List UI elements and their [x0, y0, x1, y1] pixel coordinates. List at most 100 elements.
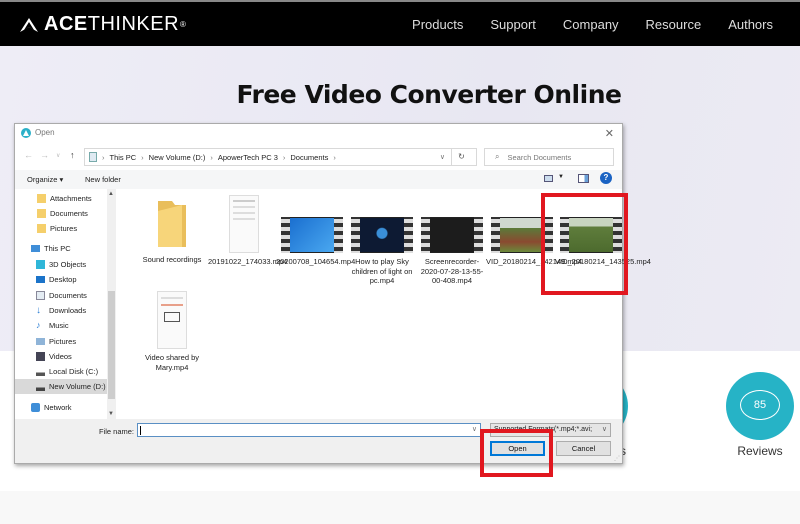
scrollbar-thumb[interactable] — [108, 291, 115, 399]
file-list: Sound recordings 20191022_174033.mp4 202… — [116, 189, 651, 419]
dialog-body: Attachments Documents Pictures This PC 3… — [15, 189, 651, 419]
new-folder-button[interactable]: New folder — [85, 175, 121, 184]
scroll-up-icon[interactable]: ▲ — [108, 191, 114, 197]
address-row: ← → ∨ ↑ › This PC › New Volume (D:) › Apow… — [15, 143, 622, 170]
folder-icon — [37, 194, 46, 203]
address-dropdown-icon[interactable]: ∨ — [440, 153, 445, 161]
sidebar-label: Pictures — [50, 224, 78, 233]
sidebar-item-videos[interactable]: Videos — [15, 349, 107, 364]
search-placeholder: Search Documents — [507, 152, 572, 162]
file-item-video-shared-by-mary[interactable]: Video shared by Mary.mp4 — [136, 291, 208, 372]
file-name-dropdown-icon[interactable]: ∨ — [472, 425, 477, 433]
cube-icon — [36, 260, 45, 269]
view-dropdown-icon[interactable]: ▼ — [558, 174, 564, 180]
footer-band — [0, 491, 800, 524]
desktop-icon — [36, 276, 45, 283]
sidebar-item-documents-quick[interactable]: Documents — [15, 206, 107, 221]
file-item-20200708[interactable]: 20200708_104654.mp4 — [276, 217, 355, 267]
file-item-screenrecorder[interactable]: Screenrecorder-2020-07-28-13-55-00-408.m… — [416, 217, 488, 286]
video-thumbnail — [421, 217, 483, 253]
sidebar-item-downloads[interactable]: ↓ Downloads — [15, 303, 107, 318]
file-item-20191022[interactable]: 20191022_174033.mp4 — [208, 195, 287, 267]
sidebar-label: This PC — [44, 244, 71, 253]
network-icon — [31, 403, 40, 412]
file-name: 20200708_104654.mp4 — [276, 257, 356, 266]
brand-thin: THINKER — [87, 13, 180, 35]
search-input[interactable]: ⌕ Search Documents — [484, 148, 614, 166]
file-type-select[interactable]: Supported Formats(*.mp4;*.avi; ∨ — [490, 423, 611, 437]
view-options-icon[interactable] — [544, 175, 553, 182]
file-name: Video shared by Mary.mp4 — [144, 353, 200, 372]
drive-icon — [36, 367, 45, 376]
sidebar-item-3d-objects[interactable]: 3D Objects — [15, 257, 107, 272]
resize-grip-icon[interactable]: ⋰ — [614, 455, 620, 462]
sidebar-label: New Volume (D:) — [49, 382, 106, 391]
file-name-input[interactable]: ∨ — [137, 423, 481, 437]
preview-pane-icon[interactable] — [578, 174, 589, 183]
address-bar[interactable]: › This PC › New Volume (D:) › ApowerTech P… — [84, 148, 477, 166]
sidebar-item-pictures-quick[interactable]: Pictures — [15, 221, 107, 236]
refresh-icon[interactable]: ↻ — [451, 149, 471, 165]
sidebar-label: Attachments — [50, 194, 92, 203]
sidebar-item-this-pc[interactable]: This PC — [15, 241, 107, 256]
close-icon[interactable]: ✕ — [605, 127, 614, 140]
breadcrumb-documents[interactable]: Documents — [290, 153, 328, 162]
music-icon: ♪ — [36, 320, 41, 330]
nav-company[interactable]: Company — [563, 17, 619, 32]
file-item-vid-143525[interactable]: VID_20180214_143525.mp4 — [555, 217, 651, 267]
folder-icon — [37, 209, 46, 218]
sidebar-label: Local Disk (C:) — [49, 367, 99, 376]
help-icon[interactable]: ? — [600, 172, 612, 184]
logo-mark-icon — [20, 17, 38, 32]
chevron-down-icon: ∨ — [601, 426, 607, 433]
document-icon — [36, 291, 45, 300]
search-icon: ⌕ — [495, 152, 500, 161]
nav-resource[interactable]: Resource — [646, 17, 702, 32]
file-item-vid-142149[interactable]: VID_20180214_142149.mp4 — [486, 217, 582, 267]
sidebar-label: Videos — [49, 352, 72, 361]
organize-button[interactable]: Organize ▾ — [27, 175, 63, 184]
sidebar-item-local-disk[interactable]: Local Disk (C:) — [15, 364, 107, 379]
video-thumbnail — [351, 217, 413, 253]
nav-products[interactable]: Products — [412, 17, 463, 32]
pc-location-icon — [89, 152, 97, 162]
sidebar-item-pictures[interactable]: Pictures — [15, 334, 107, 349]
breadcrumb-apowertech[interactable]: ApowerTech PC 3 — [218, 153, 278, 162]
file-item-sound-recordings[interactable]: Sound recordings — [136, 199, 208, 265]
file-item-sky-children[interactable]: How to play Sky children of light on pc.… — [346, 217, 418, 286]
scroll-down-icon[interactable]: ▼ — [108, 411, 114, 417]
up-arrow-icon[interactable]: ↑ — [70, 150, 75, 160]
video-thumbnail — [491, 217, 553, 253]
sidebar-item-attachments[interactable]: Attachments — [15, 191, 107, 206]
open-button[interactable]: Open — [490, 441, 545, 456]
dialog-footer: File name: ∨ Supported Formats(*.mp4;*.a… — [15, 419, 622, 464]
acethinker-logo[interactable]: ACE THINKER ® — [20, 13, 186, 36]
file-name-label: File name: — [99, 427, 135, 436]
registered-mark: ® — [180, 20, 187, 29]
command-bar: Organize ▾ New folder ▼ ? — [15, 170, 622, 189]
computer-icon — [31, 245, 40, 252]
page-title: Free Video Converter Online — [236, 80, 622, 109]
app-icon — [21, 128, 31, 138]
recent-dropdown-icon[interactable]: ∨ — [56, 152, 60, 159]
sidebar-item-new-volume[interactable]: New Volume (D:) — [15, 379, 107, 394]
breadcrumb-this-pc[interactable]: This PC — [110, 153, 137, 162]
open-file-dialog: Open ✕ ← → ∨ ↑ › This PC › New Volume (D:… — [14, 123, 651, 464]
breadcrumb-new-volume[interactable]: New Volume (D:) — [149, 153, 206, 162]
back-arrow-icon[interactable]: ← — [24, 150, 33, 160]
sidebar-label: Pictures — [49, 337, 77, 346]
reviews-circle: 85 — [726, 372, 794, 440]
file-name: Sound recordings — [142, 255, 202, 264]
sidebar-label: 3D Objects — [49, 260, 87, 269]
navigation-pane: Attachments Documents Pictures This PC 3… — [15, 189, 116, 419]
sidebar-item-network[interactable]: Network — [15, 400, 107, 415]
sidebar-scrollbar[interactable]: ▲ ▼ — [107, 189, 116, 419]
sidebar-item-documents[interactable]: Documents — [15, 288, 107, 303]
nav-support[interactable]: Support — [490, 17, 536, 32]
sidebar-item-desktop[interactable]: Desktop — [15, 272, 107, 287]
reviews-label: Reviews — [737, 444, 783, 458]
nav-authors[interactable]: Authors — [728, 17, 773, 32]
cancel-button[interactable]: Cancel — [556, 441, 611, 456]
forward-arrow-icon[interactable]: → — [40, 150, 49, 160]
sidebar-item-music[interactable]: ♪ Music — [15, 318, 107, 333]
